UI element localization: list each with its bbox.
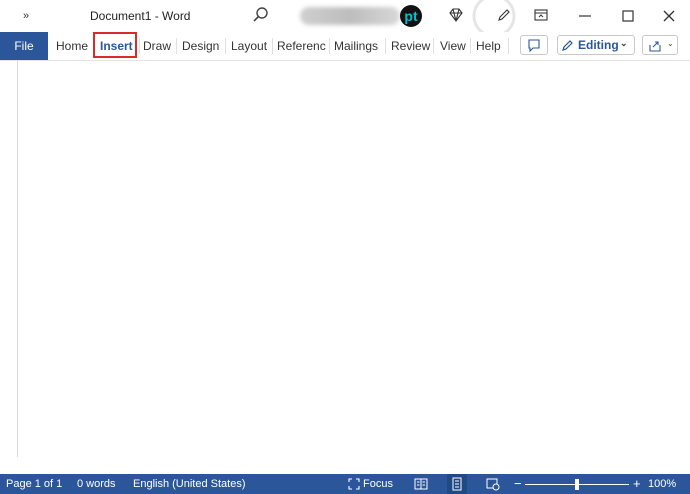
chevron-down-icon: ⌄: [620, 38, 628, 48]
share-icon: [649, 41, 661, 52]
tab-divider: [433, 38, 434, 54]
maximize-button[interactable]: [620, 8, 636, 24]
tab-draw[interactable]: Draw: [143, 32, 171, 60]
zoom-slider-thumb[interactable]: [575, 479, 579, 490]
window-title: Document1 - Word: [90, 9, 191, 23]
focus-mode-label[interactable]: Focus: [363, 478, 393, 490]
account-name-blurred[interactable]: [300, 7, 400, 25]
tab-view[interactable]: View: [440, 32, 466, 60]
comments-button[interactable]: [520, 35, 548, 55]
diamond-icon[interactable]: [448, 7, 464, 23]
minimize-button[interactable]: [576, 8, 594, 24]
zoom-level[interactable]: 100%: [648, 478, 676, 490]
web-layout-icon[interactable]: [486, 477, 500, 491]
tab-home[interactable]: Home: [56, 32, 88, 60]
tab-divider: [139, 38, 140, 54]
tab-layout[interactable]: Layout: [231, 32, 267, 60]
tab-divider: [272, 38, 273, 54]
customize-quick-access-icon[interactable]: »: [18, 8, 34, 24]
pen-icon[interactable]: [497, 8, 511, 22]
pencil-icon: [562, 40, 573, 51]
tab-mailings[interactable]: Mailings: [334, 32, 378, 60]
tab-divider: [470, 38, 471, 54]
watermark-logo: pt: [400, 5, 422, 27]
tab-review[interactable]: Review: [391, 32, 430, 60]
tab-divider: [225, 38, 226, 54]
share-button[interactable]: ⌄: [642, 35, 678, 55]
status-bar: Page 1 of 1 0 words English (United Stat…: [0, 474, 690, 494]
tab-references[interactable]: Referenc: [277, 32, 326, 60]
close-button[interactable]: [660, 7, 678, 25]
print-layout-icon[interactable]: [450, 477, 464, 491]
document-canvas[interactable]: [0, 61, 690, 474]
page-count[interactable]: Page 1 of 1: [6, 478, 62, 490]
insert-tab-highlight-box: [93, 32, 137, 58]
chevron-down-icon: ⌄: [667, 39, 674, 48]
tab-divider: [385, 38, 386, 54]
tab-file[interactable]: File: [0, 32, 48, 60]
zoom-in-button[interactable]: +: [633, 476, 641, 491]
zoom-out-button[interactable]: −: [514, 476, 522, 491]
tab-divider: [508, 38, 509, 54]
language-indicator[interactable]: English (United States): [133, 478, 246, 490]
page-margin-line: [17, 61, 18, 457]
read-mode-icon[interactable]: [414, 477, 428, 491]
tab-help[interactable]: Help: [476, 32, 501, 60]
focus-icon[interactable]: [348, 478, 360, 490]
search-icon[interactable]: [252, 6, 270, 24]
tab-design[interactable]: Design: [182, 32, 219, 60]
comment-icon: [528, 39, 540, 53]
tab-divider: [329, 38, 330, 54]
tab-divider: [176, 38, 177, 54]
ribbon-display-options-icon[interactable]: [534, 8, 548, 22]
editing-label: Editing: [578, 38, 619, 52]
editing-mode-button[interactable]: Editing ⌄: [557, 35, 635, 55]
word-count[interactable]: 0 words: [77, 478, 116, 490]
